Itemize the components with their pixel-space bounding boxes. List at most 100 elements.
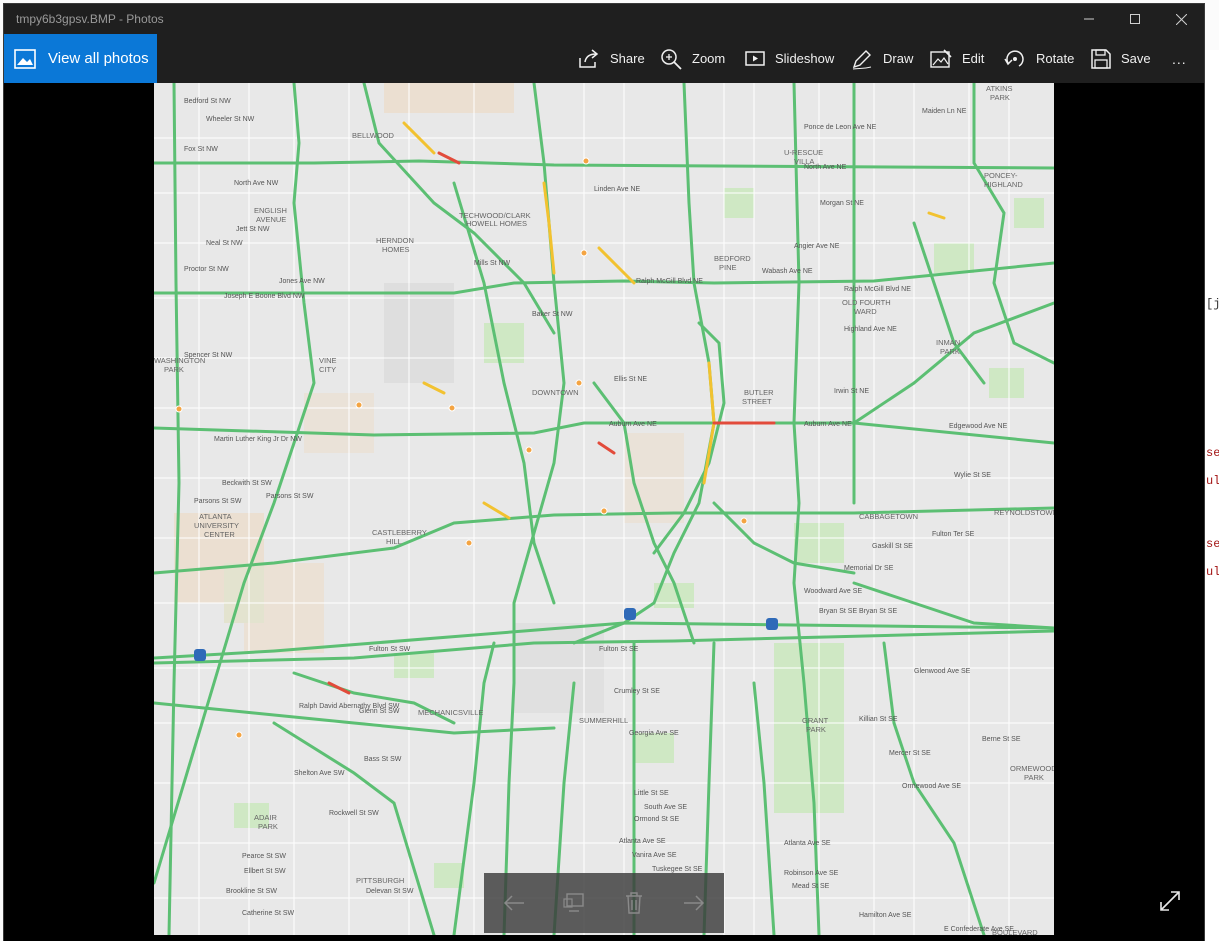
svg-text:Little St SE: Little St SE <box>634 790 669 797</box>
svg-text:Auburn Ave NE: Auburn Ave NE <box>804 421 852 428</box>
edit-button[interactable]: Edit <box>930 34 984 83</box>
svg-text:MECHANICSVILLE: MECHANICSVILLE <box>418 708 483 717</box>
svg-text:BUTLER: BUTLER <box>744 388 774 397</box>
svg-text:Tuskegee St SE: Tuskegee St SE <box>652 866 703 873</box>
close-button[interactable] <box>1158 4 1204 34</box>
save-button[interactable]: Save <box>1091 34 1151 83</box>
svg-text:Hamilton Ave SE: Hamilton Ave SE <box>859 912 912 919</box>
save-icon <box>1091 48 1111 69</box>
svg-text:Gaskill St SE: Gaskill St SE <box>872 543 913 550</box>
svg-text:SUMMERHILL: SUMMERHILL <box>579 716 628 725</box>
delete-button[interactable] <box>614 883 654 923</box>
set-as-button[interactable] <box>554 883 594 923</box>
minimize-icon <box>1084 18 1094 20</box>
svg-text:Atlanta Ave SE: Atlanta Ave SE <box>784 840 831 847</box>
zoom-icon <box>661 48 682 70</box>
svg-text:BELLWOOD: BELLWOOD <box>352 131 395 140</box>
svg-text:Neal St NW: Neal St NW <box>206 240 243 247</box>
svg-text:Berne St SE: Berne St SE <box>982 736 1021 743</box>
svg-text:Memorial Dr SE: Memorial Dr SE <box>844 565 894 572</box>
svg-text:PITTSBURGH: PITTSBURGH <box>356 876 404 885</box>
edge-text: [j <box>1206 297 1219 311</box>
minimize-button[interactable] <box>1066 4 1112 34</box>
edge-text: se <box>1206 446 1219 460</box>
svg-text:Georgia Ave SE: Georgia Ave SE <box>629 730 679 737</box>
svg-text:ORMEWOOD: ORMEWOOD <box>1010 764 1054 773</box>
svg-text:AVENUE: AVENUE <box>256 215 286 224</box>
svg-text:BEDFORD: BEDFORD <box>714 254 751 263</box>
share-button[interactable]: Share <box>578 34 645 83</box>
svg-text:Crumley St SE: Crumley St SE <box>614 688 660 695</box>
arrow-left-icon <box>503 895 524 911</box>
svg-text:CABBAGETOWN: CABBAGETOWN <box>859 512 918 521</box>
svg-text:Jett St NW: Jett St NW <box>236 226 270 233</box>
draw-button[interactable]: Draw <box>851 34 913 83</box>
edge-text: ul <box>1206 474 1219 488</box>
slideshow-label: Slideshow <box>775 51 835 66</box>
svg-text:Ellbert St SW: Ellbert St SW <box>244 868 286 875</box>
svg-text:PARK: PARK <box>258 822 278 831</box>
svg-text:PONCEY-: PONCEY- <box>984 171 1018 180</box>
svg-text:Bass St SW: Bass St SW <box>364 756 402 763</box>
slideshow-icon <box>745 50 765 66</box>
svg-text:Jones Ave NW: Jones Ave NW <box>279 278 325 285</box>
edge-text: ul <box>1206 565 1219 579</box>
background-editor-edge: [j se ul se ul <box>1204 50 1219 941</box>
svg-text:Ormewood Ave SE: Ormewood Ave SE <box>902 783 961 790</box>
svg-text:GRANT: GRANT <box>802 716 829 725</box>
svg-text:CITY: CITY <box>319 365 336 374</box>
svg-text:Parsons St SW: Parsons St SW <box>266 493 314 500</box>
svg-text:Maiden Ln NE: Maiden Ln NE <box>922 108 967 115</box>
previous-button[interactable] <box>494 883 534 923</box>
svg-text:PINE: PINE <box>719 263 737 272</box>
view-all-photos-label: View all photos <box>48 50 149 67</box>
svg-text:South Ave SE: South Ave SE <box>644 804 687 811</box>
svg-text:REYNOLDSTOWN: REYNOLDSTOWN <box>994 508 1054 517</box>
view-all-photos-button[interactable]: View all photos <box>4 34 157 83</box>
rotate-label: Rotate <box>1036 51 1075 66</box>
svg-text:ENGLISH: ENGLISH <box>254 206 287 215</box>
toolbar: View all photos Share Zoom Slideshow Dra… <box>4 34 1204 83</box>
svg-text:Atlanta Ave SE: Atlanta Ave SE <box>619 838 666 845</box>
image-viewer[interactable]: ENGLISH AVENUE BELLWOOD HERNDON HOMES TECH… <box>4 83 1204 941</box>
window-title: tmpy6b3gpsv.BMP - Photos <box>16 12 164 26</box>
svg-text:Rockwell St SW: Rockwell St SW <box>329 810 379 817</box>
map-image[interactable]: ENGLISH AVENUE BELLWOOD HERNDON HOMES TECH… <box>154 83 1054 935</box>
more-icon: ... <box>1172 50 1187 67</box>
set-as-icon <box>563 893 584 912</box>
filmstrip-nav-bar <box>484 873 724 933</box>
svg-text:Linden Ave NE: Linden Ave NE <box>594 186 641 193</box>
svg-text:OLD FOURTH: OLD FOURTH <box>842 298 891 307</box>
svg-text:Ralph David Abernathy Blvd SW: Ralph David Abernathy Blvd SW <box>299 703 400 710</box>
svg-text:E Confederate Ave SE: E Confederate Ave SE <box>944 926 1014 933</box>
arrow-right-icon <box>684 895 705 911</box>
next-button[interactable] <box>674 883 714 923</box>
svg-text:Bryan St SE: Bryan St SE <box>819 608 857 615</box>
svg-text:Irwin St NE: Irwin St NE <box>834 388 869 395</box>
slideshow-button[interactable]: Slideshow <box>745 34 834 83</box>
zoom-button[interactable]: Zoom <box>660 34 725 83</box>
svg-text:Woodward Ave SE: Woodward Ave SE <box>804 588 862 595</box>
svg-text:PARK: PARK <box>1024 773 1044 782</box>
svg-text:HILL: HILL <box>386 537 402 546</box>
svg-text:Fulton St SW: Fulton St SW <box>369 646 411 653</box>
svg-text:Bryan St SE: Bryan St SE <box>859 608 897 615</box>
fullscreen-expand-icon[interactable] <box>1158 889 1182 913</box>
svg-text:HOWELL HOMES: HOWELL HOMES <box>466 219 527 228</box>
photo-collection-icon <box>14 48 36 69</box>
svg-text:Glenwood Ave SE: Glenwood Ave SE <box>914 668 971 675</box>
svg-text:Ellis St NE: Ellis St NE <box>614 376 647 383</box>
edge-text: se <box>1206 537 1219 551</box>
svg-text:Baker St NW: Baker St NW <box>532 311 573 318</box>
rotate-button[interactable]: Rotate <box>1004 34 1074 83</box>
svg-text:Morgan St NE: Morgan St NE <box>820 200 864 207</box>
maximize-button[interactable] <box>1112 4 1158 34</box>
title-bar[interactable]: tmpy6b3gpsv.BMP - Photos <box>4 4 1204 34</box>
svg-text:Fox St NW: Fox St NW <box>184 146 218 153</box>
map-graphic: ENGLISHAVENUE BELLWOOD HERNDONHOMES TECH… <box>154 83 1054 935</box>
svg-text:Edgewood Ave NE: Edgewood Ave NE <box>949 423 1008 430</box>
svg-text:PARK: PARK <box>806 725 826 734</box>
svg-text:INMAN: INMAN <box>936 338 960 347</box>
more-button[interactable]: ... <box>1172 34 1187 83</box>
svg-text:ATLANTA: ATLANTA <box>199 512 232 521</box>
